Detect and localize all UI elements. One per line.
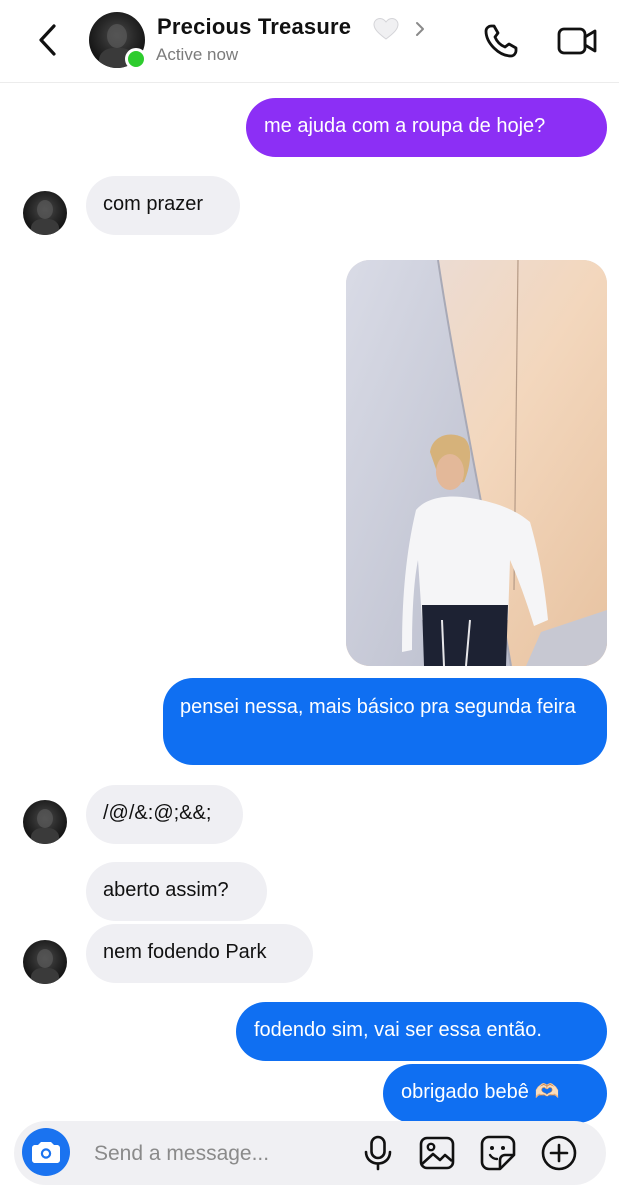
message-incoming[interactable]: nem fodendo Park	[86, 924, 313, 983]
white-heart-icon	[373, 17, 399, 40]
sender-avatar[interactable]	[23, 800, 67, 844]
contact-name[interactable]: Precious Treasure	[157, 14, 351, 40]
message-outgoing[interactable]: obrigado bebê 🫶🏻	[383, 1064, 607, 1123]
sender-avatar[interactable]	[23, 191, 67, 235]
message-input[interactable]	[92, 1136, 346, 1172]
camera-button[interactable]	[22, 1128, 70, 1176]
chevron-right-icon[interactable]	[412, 20, 428, 38]
message-outgoing[interactable]: me ajuda com a roupa de hoje?	[246, 98, 607, 157]
active-status: Active now	[156, 45, 239, 64]
sender-avatar[interactable]	[23, 940, 67, 984]
back-chevron-icon[interactable]	[30, 20, 66, 60]
video-camera-icon[interactable]	[556, 24, 598, 58]
message-incoming[interactable]: /@/&:@;&&;	[86, 785, 243, 844]
photo-scene	[346, 260, 607, 666]
message-incoming[interactable]: com prazer	[86, 176, 240, 235]
image-icon[interactable]	[418, 1134, 456, 1172]
chat-header: Precious Treasure Active now	[0, 0, 619, 83]
message-incoming[interactable]: aberto assim?	[86, 862, 267, 921]
photo-message[interactable]	[346, 260, 607, 666]
camera-icon	[32, 1142, 60, 1163]
phone-icon[interactable]	[482, 22, 520, 60]
microphone-icon[interactable]	[359, 1134, 397, 1172]
message-outgoing[interactable]: pensei nessa, mais básico pra segunda fe…	[163, 678, 607, 765]
message-outgoing[interactable]: fodendo sim, vai ser essa então.	[236, 1002, 607, 1061]
online-status-dot	[125, 48, 147, 70]
sticker-icon[interactable]	[479, 1134, 517, 1172]
plus-circle-icon[interactable]	[540, 1134, 578, 1172]
